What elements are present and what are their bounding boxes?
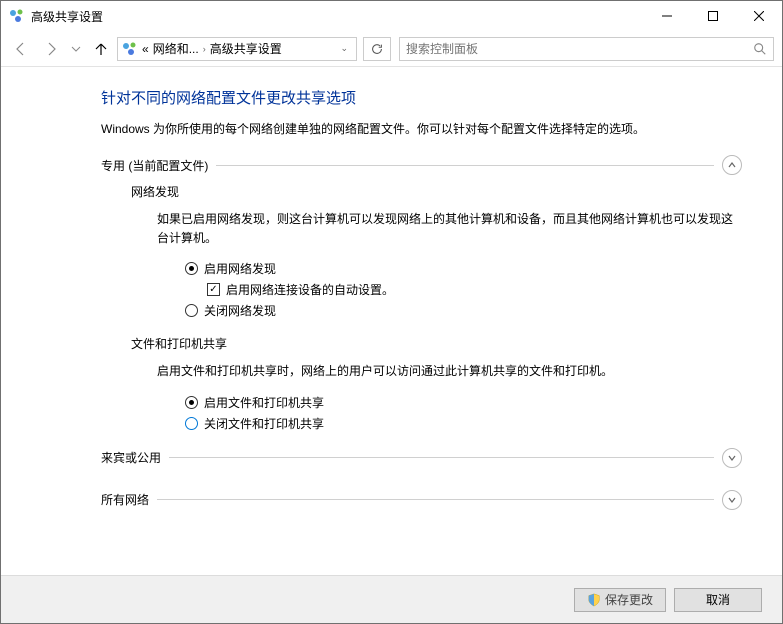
- search-input[interactable]: [406, 42, 753, 56]
- window-controls: [644, 1, 782, 31]
- cancel-button[interactable]: 取消: [674, 588, 762, 612]
- radio-label: 关闭文件和打印机共享: [204, 415, 324, 432]
- section-header-guest[interactable]: 来宾或公用: [101, 448, 742, 468]
- chevron-right-icon[interactable]: ›: [203, 44, 206, 54]
- title-left: 高级共享设置: [9, 8, 103, 25]
- checkbox-label: 启用网络连接设备的自动设置。: [226, 281, 394, 298]
- radio-icon: [185, 417, 198, 430]
- network-discovery-desc: 如果已启用网络发现，则这台计算机可以发现网络上的其他计算机和设备，而且其他网络计…: [157, 210, 742, 248]
- group-title-network-discovery: 网络发现: [131, 183, 742, 200]
- content-area: 针对不同的网络配置文件更改共享选项 Windows 为你所使用的每个网络创建单独…: [1, 67, 782, 575]
- checkbox-icon: ✓: [207, 283, 220, 296]
- refresh-button[interactable]: [363, 37, 391, 61]
- radio-enable-sharing[interactable]: 启用文件和打印机共享: [157, 394, 742, 411]
- collapse-button-private[interactable]: [722, 155, 742, 175]
- radio-icon: [185, 304, 198, 317]
- back-button[interactable]: [7, 35, 35, 63]
- breadcrumb-prefix: «: [142, 42, 149, 56]
- section-label-private: 专用 (当前配置文件): [101, 157, 208, 174]
- nav-bar: « 网络和... › 高级共享设置 ⌄: [1, 31, 782, 67]
- breadcrumb-dropdown[interactable]: ⌄: [336, 43, 352, 54]
- section-header-all[interactable]: 所有网络: [101, 490, 742, 510]
- radio-enable-discovery[interactable]: 启用网络发现: [157, 260, 742, 277]
- minimize-button[interactable]: [644, 1, 690, 31]
- group-title-file-printer: 文件和打印机共享: [131, 335, 742, 352]
- forward-button[interactable]: [37, 35, 65, 63]
- breadcrumb-icon: [122, 41, 138, 57]
- expand-button-guest[interactable]: [722, 448, 742, 468]
- expand-button-all[interactable]: [722, 490, 742, 510]
- divider: [216, 165, 714, 166]
- save-button[interactable]: 保存更改: [574, 588, 666, 612]
- breadcrumb[interactable]: « 网络和... › 高级共享设置 ⌄: [117, 37, 357, 61]
- recent-dropdown[interactable]: [67, 35, 85, 63]
- app-icon: [9, 8, 25, 24]
- breadcrumb-part2[interactable]: 高级共享设置: [210, 40, 282, 57]
- page-heading: 针对不同的网络配置文件更改共享选项: [101, 87, 742, 108]
- section-header-private[interactable]: 专用 (当前配置文件): [101, 155, 742, 175]
- radio-label: 启用文件和打印机共享: [204, 394, 324, 411]
- shield-icon: [587, 593, 601, 607]
- radio-disable-sharing[interactable]: 关闭文件和打印机共享: [157, 415, 742, 432]
- radio-label: 启用网络发现: [204, 260, 276, 277]
- checkbox-auto-setup[interactable]: ✓ 启用网络连接设备的自动设置。: [157, 281, 742, 298]
- title-bar: 高级共享设置: [1, 1, 782, 31]
- file-printer-desc: 启用文件和打印机共享时，网络上的用户可以访问通过此计算机共享的文件和打印机。: [157, 362, 742, 381]
- group-file-printer: 文件和打印机共享 启用文件和打印机共享时，网络上的用户可以访问通过此计算机共享的…: [101, 335, 742, 431]
- search-box[interactable]: [399, 37, 774, 61]
- divider: [157, 499, 714, 500]
- section-label-guest: 来宾或公用: [101, 449, 161, 466]
- group-network-discovery: 网络发现 如果已启用网络发现，则这台计算机可以发现网络上的其他计算机和设备，而且…: [101, 183, 742, 319]
- footer: 保存更改 取消: [1, 575, 782, 623]
- cancel-label: 取消: [706, 591, 730, 608]
- close-button[interactable]: [736, 1, 782, 31]
- window-title: 高级共享设置: [31, 8, 103, 25]
- save-label: 保存更改: [605, 591, 653, 608]
- radio-icon: [185, 262, 198, 275]
- up-button[interactable]: [87, 35, 115, 63]
- section-label-all: 所有网络: [101, 491, 149, 508]
- radio-disable-discovery[interactable]: 关闭网络发现: [157, 302, 742, 319]
- breadcrumb-part1[interactable]: 网络和...: [153, 40, 199, 57]
- radio-label: 关闭网络发现: [204, 302, 276, 319]
- radio-icon: [185, 396, 198, 409]
- divider: [169, 457, 714, 458]
- maximize-button[interactable]: [690, 1, 736, 31]
- page-description: Windows 为你所使用的每个网络创建单独的网络配置文件。你可以针对每个配置文…: [101, 120, 742, 137]
- search-icon[interactable]: [753, 42, 767, 56]
